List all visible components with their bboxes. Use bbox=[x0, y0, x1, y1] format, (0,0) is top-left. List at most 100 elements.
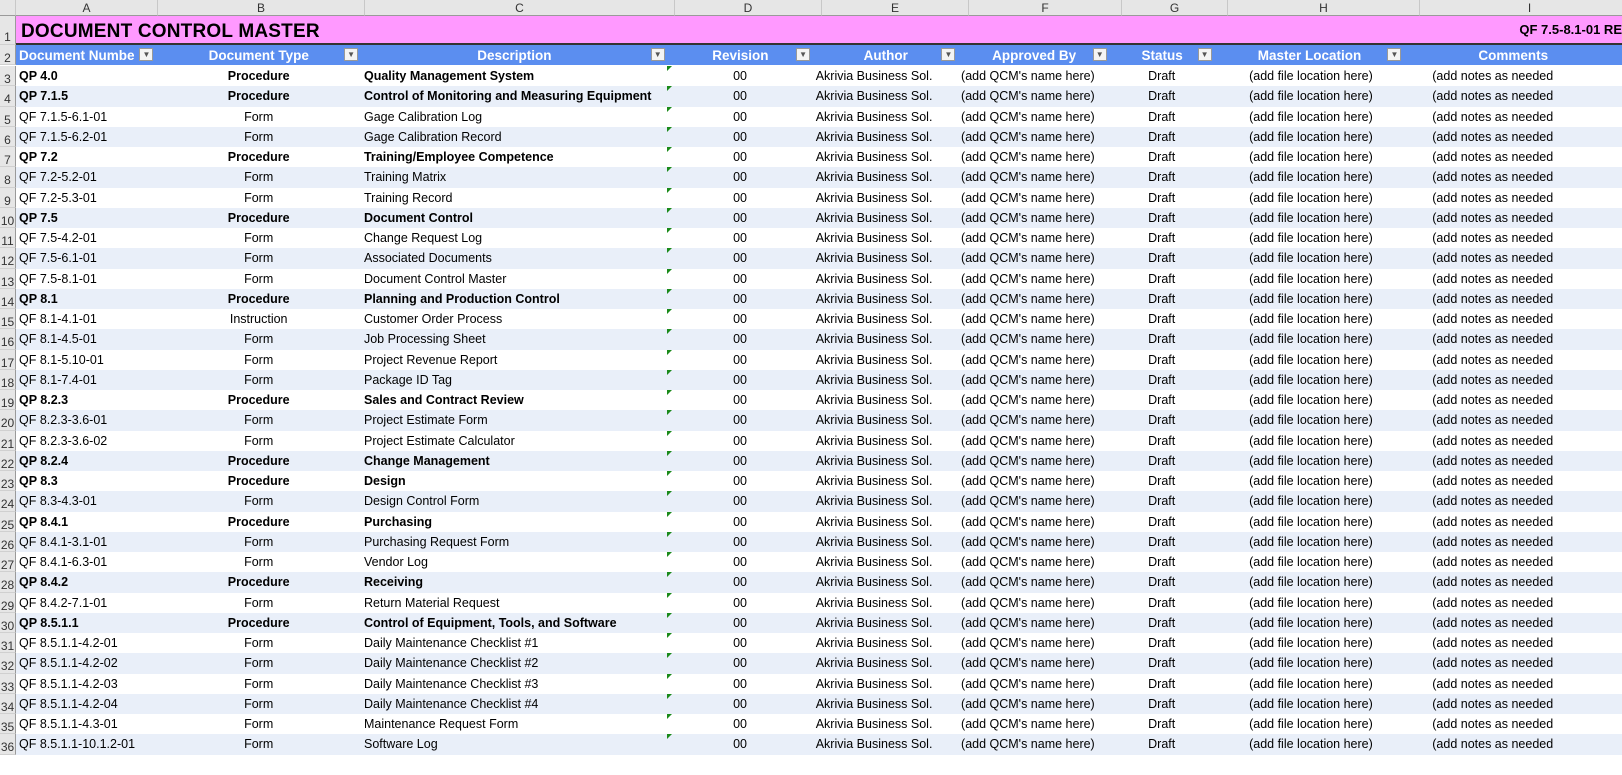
author-cell[interactable]: Akrivia Business Sol. bbox=[813, 167, 958, 187]
revision-cell[interactable]: 00 bbox=[667, 268, 812, 289]
error-indicator-icon[interactable] bbox=[667, 471, 673, 476]
document-type-cell[interactable]: Procedure bbox=[156, 471, 361, 491]
description-cell[interactable]: Gage Calibration Record bbox=[361, 127, 667, 147]
master-location-cell[interactable]: (add file location here) bbox=[1214, 674, 1404, 694]
comments-cell[interactable]: (add notes as needed bbox=[1404, 167, 1622, 187]
error-indicator-icon[interactable] bbox=[667, 390, 673, 395]
status-cell[interactable]: Draft bbox=[1109, 512, 1214, 532]
approved-by-cell[interactable]: (add QCM's name here) bbox=[958, 390, 1109, 410]
column-header-I[interactable]: I bbox=[1420, 0, 1622, 16]
approved-by-cell[interactable]: (add QCM's name here) bbox=[958, 572, 1109, 592]
comments-cell[interactable]: (add notes as needed bbox=[1404, 248, 1622, 268]
master-location-cell[interactable]: (add file location here) bbox=[1214, 127, 1404, 147]
column-header-H[interactable]: H bbox=[1228, 0, 1420, 16]
author-cell[interactable]: Akrivia Business Sol. bbox=[813, 512, 958, 532]
author-cell[interactable]: Akrivia Business Sol. bbox=[813, 694, 958, 714]
document-type-cell[interactable]: Procedure bbox=[156, 66, 361, 86]
approved-by-cell[interactable]: (add QCM's name here) bbox=[958, 410, 1109, 430]
document-number-cell[interactable]: QP 8.2.4 bbox=[16, 451, 156, 471]
row-header-32[interactable]: 32 bbox=[0, 653, 16, 674]
master-location-cell[interactable]: (add file location here) bbox=[1214, 653, 1404, 673]
description-cell[interactable]: Training Matrix bbox=[361, 167, 667, 187]
comments-cell[interactable]: (add notes as needed bbox=[1404, 471, 1622, 491]
approved-by-cell[interactable]: (add QCM's name here) bbox=[958, 147, 1109, 167]
status-cell[interactable]: Draft bbox=[1109, 188, 1214, 208]
document-number-cell[interactable]: QF 7.2-5.2-01 bbox=[16, 167, 156, 187]
error-indicator-icon[interactable] bbox=[667, 207, 673, 213]
approved-by-cell[interactable]: (add QCM's name here) bbox=[958, 593, 1109, 613]
approved-by-cell[interactable]: (add QCM's name here) bbox=[958, 289, 1109, 309]
column-header-F[interactable]: F bbox=[969, 0, 1122, 16]
master-location-cell[interactable]: (add file location here) bbox=[1214, 552, 1404, 572]
document-type-cell[interactable]: Procedure bbox=[156, 390, 361, 410]
revision-cell[interactable]: 00 bbox=[667, 552, 812, 572]
row-header-28[interactable]: 28 bbox=[0, 572, 16, 593]
status-cell[interactable]: Draft bbox=[1109, 289, 1214, 309]
comments-cell[interactable]: (add notes as needed bbox=[1404, 613, 1622, 633]
status-cell[interactable]: Draft bbox=[1109, 248, 1214, 268]
approved-by-cell[interactable]: (add QCM's name here) bbox=[958, 552, 1109, 572]
status-cell[interactable]: Draft bbox=[1109, 410, 1214, 430]
approved-by-cell[interactable]: (add QCM's name here) bbox=[958, 208, 1109, 228]
status-cell[interactable]: Draft bbox=[1109, 127, 1214, 147]
comments-cell[interactable]: (add notes as needed bbox=[1404, 451, 1622, 471]
document-number-cell[interactable]: QF 8.5.1.1-4.3-01 bbox=[16, 714, 156, 734]
error-indicator-icon[interactable] bbox=[667, 369, 673, 375]
column-title[interactable]: Comments bbox=[1404, 45, 1622, 65]
row-header-3[interactable]: 3 bbox=[0, 66, 16, 87]
approved-by-cell[interactable]: (add QCM's name here) bbox=[958, 127, 1109, 147]
revision-cell[interactable]: 00 bbox=[667, 248, 812, 268]
revision-cell[interactable]: 00 bbox=[667, 612, 812, 633]
document-number-cell[interactable]: QP 8.5.1.1 bbox=[16, 613, 156, 633]
row-header-20[interactable]: 20 bbox=[0, 410, 16, 431]
author-cell[interactable]: Akrivia Business Sol. bbox=[813, 734, 958, 754]
column-header-E[interactable]: E bbox=[822, 0, 969, 16]
comments-cell[interactable]: (add notes as needed bbox=[1404, 289, 1622, 309]
comments-cell[interactable]: (add notes as needed bbox=[1404, 694, 1622, 714]
error-indicator-icon[interactable] bbox=[667, 167, 673, 173]
master-location-cell[interactable]: (add file location here) bbox=[1214, 734, 1404, 754]
status-cell[interactable]: Draft bbox=[1109, 329, 1214, 349]
sheet-title[interactable]: DOCUMENT CONTROL MASTER bbox=[16, 16, 1216, 43]
status-cell[interactable]: Draft bbox=[1109, 694, 1214, 714]
master-location-cell[interactable]: (add file location here) bbox=[1214, 86, 1404, 106]
master-location-cell[interactable]: (add file location here) bbox=[1214, 147, 1404, 167]
description-cell[interactable]: Change Management bbox=[361, 451, 667, 471]
master-location-cell[interactable]: (add file location here) bbox=[1214, 694, 1404, 714]
revision-cell[interactable]: 00 bbox=[667, 187, 812, 208]
row-header-22[interactable]: 22 bbox=[0, 450, 16, 471]
master-location-cell[interactable]: (add file location here) bbox=[1214, 289, 1404, 309]
filter-dropdown-icon[interactable]: ▼ bbox=[344, 48, 359, 61]
author-cell[interactable]: Akrivia Business Sol. bbox=[813, 593, 958, 613]
document-number-cell[interactable]: QF 7.1.5-6.2-01 bbox=[16, 127, 156, 147]
row-header-13[interactable]: 13 bbox=[0, 268, 16, 289]
row-header-4[interactable]: 4 bbox=[0, 86, 16, 107]
revision-cell[interactable]: 00 bbox=[667, 329, 812, 349]
row-header-5[interactable]: 5 bbox=[0, 106, 16, 127]
master-location-cell[interactable]: (add file location here) bbox=[1214, 350, 1404, 370]
select-all-corner[interactable] bbox=[0, 0, 16, 16]
document-type-cell[interactable]: Procedure bbox=[156, 147, 361, 167]
revision-cell[interactable]: 00 bbox=[667, 653, 812, 673]
approved-by-cell[interactable]: (add QCM's name here) bbox=[958, 309, 1109, 329]
revision-cell[interactable]: 00 bbox=[667, 511, 812, 532]
error-indicator-icon[interactable] bbox=[667, 673, 673, 679]
author-cell[interactable]: Akrivia Business Sol. bbox=[813, 188, 958, 208]
comments-cell[interactable]: (add notes as needed bbox=[1404, 127, 1622, 147]
approved-by-cell[interactable]: (add QCM's name here) bbox=[958, 532, 1109, 552]
error-indicator-icon[interactable] bbox=[667, 147, 673, 152]
status-cell[interactable]: Draft bbox=[1109, 107, 1214, 127]
document-type-cell[interactable]: Form bbox=[156, 491, 361, 511]
description-cell[interactable]: Quality Management System bbox=[361, 66, 667, 86]
description-cell[interactable]: Return Material Request bbox=[361, 593, 667, 613]
row-header-35[interactable]: 35 bbox=[0, 714, 16, 735]
row-header-33[interactable]: 33 bbox=[0, 673, 16, 694]
master-location-cell[interactable]: (add file location here) bbox=[1214, 329, 1404, 349]
document-number-cell[interactable]: QF 8.1-4.1-01 bbox=[16, 309, 156, 329]
approved-by-cell[interactable]: (add QCM's name here) bbox=[958, 633, 1109, 653]
row-header-9[interactable]: 9 bbox=[0, 187, 16, 208]
master-location-cell[interactable]: (add file location here) bbox=[1214, 613, 1404, 633]
comments-cell[interactable]: (add notes as needed bbox=[1404, 653, 1622, 673]
comments-cell[interactable]: (add notes as needed bbox=[1404, 431, 1622, 451]
document-number-cell[interactable]: QF 8.2.3-3.6-02 bbox=[16, 431, 156, 451]
